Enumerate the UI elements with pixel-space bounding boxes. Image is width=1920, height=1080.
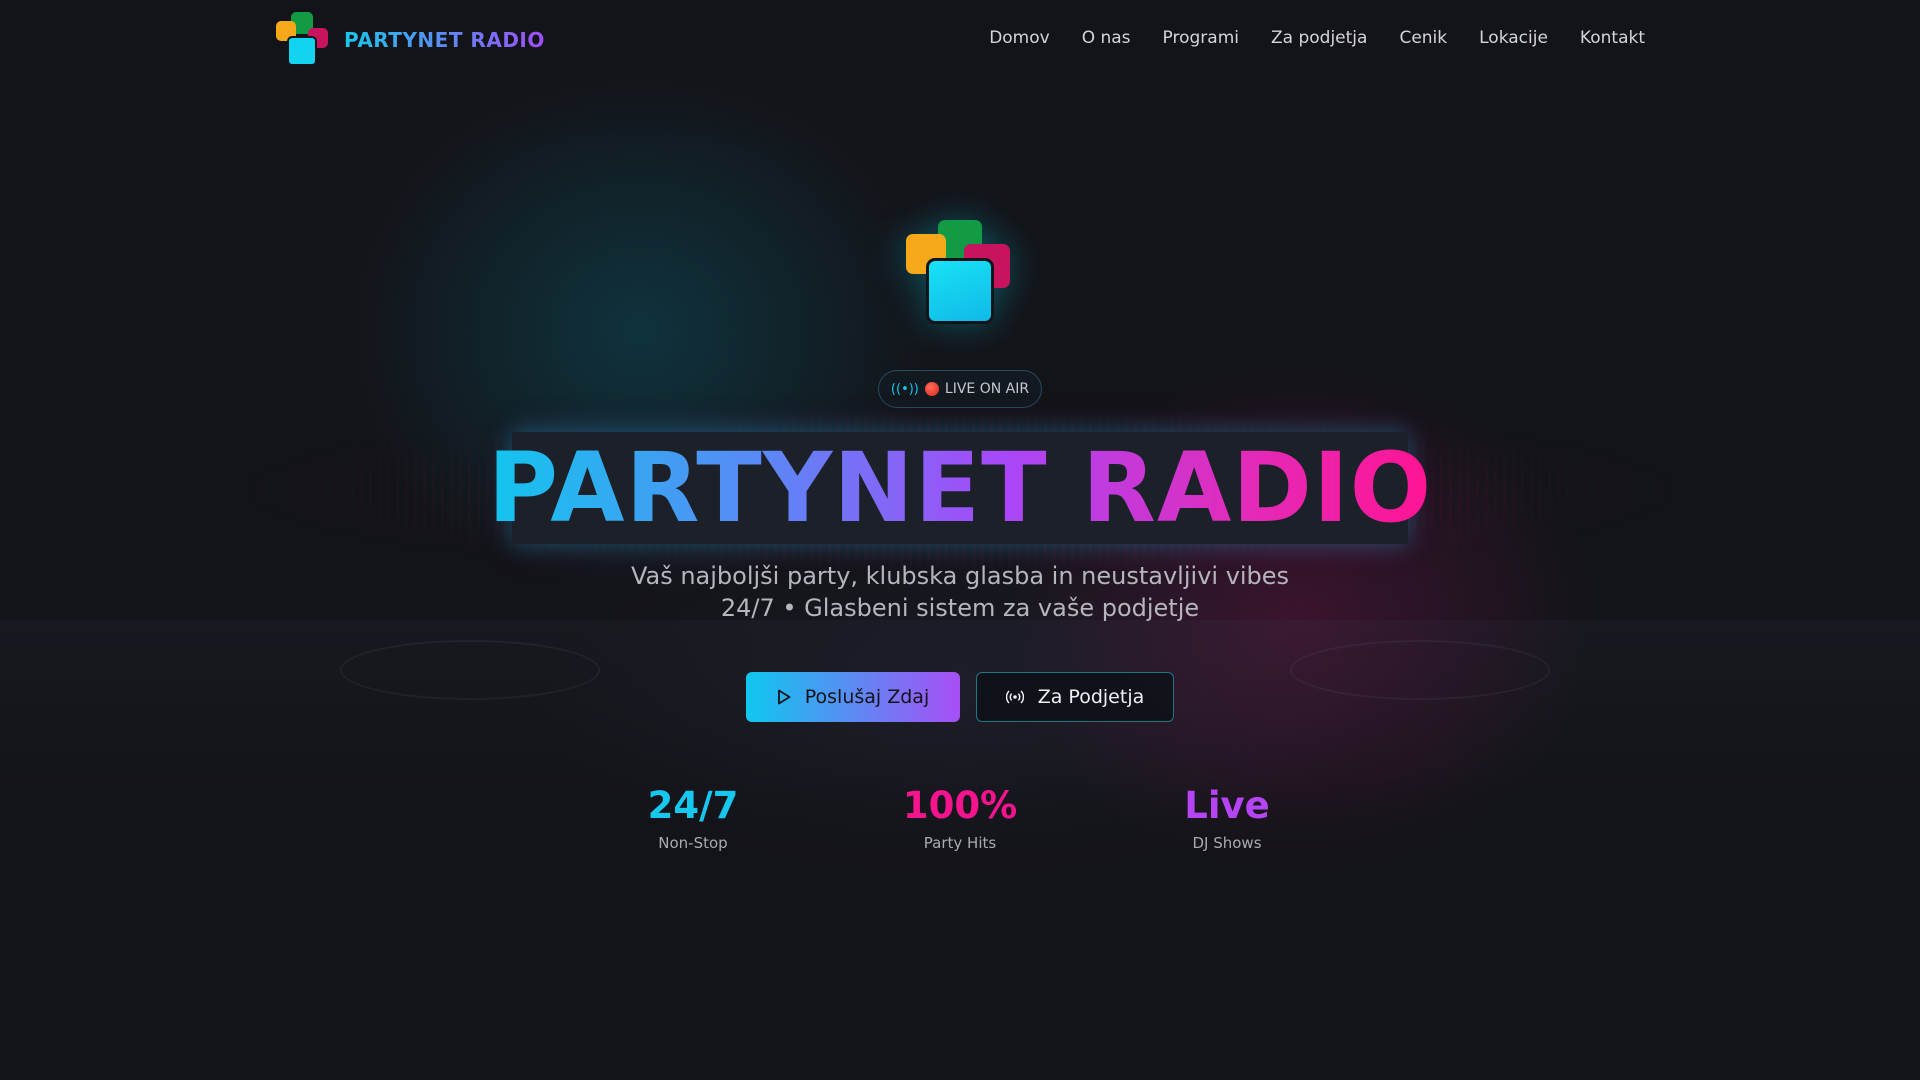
stat-label: Party Hits (923, 834, 997, 852)
nav-item-domov[interactable]: Domov (989, 28, 1050, 48)
stat-value: Live (1184, 784, 1270, 827)
brand-name: PARTYNET RADIO (344, 28, 545, 52)
hero-title: PARTYNET RADIO (487, 432, 1433, 544)
nav-item-programi[interactable]: Programi (1163, 28, 1239, 48)
for-business-label: Za Podjetja (1037, 686, 1145, 708)
hero-logo-icon (904, 216, 1016, 328)
stat-nonstop: 24/7 Non-Stop (593, 784, 793, 852)
hero-subtitle: Vaš najboljši party, klubska glasba in n… (0, 560, 1920, 624)
hero-title-box: PARTYNET RADIO (488, 432, 1431, 544)
nav-item-za-podjetja[interactable]: Za podjetja (1271, 28, 1367, 48)
stat-dj-shows: Live DJ Shows (1127, 784, 1327, 852)
radio-waves-icon: ((•)) (890, 381, 919, 397)
brand[interactable]: PARTYNET RADIO (276, 12, 545, 68)
play-icon (777, 689, 791, 705)
stat-party-hits: 100% Party Hits (860, 784, 1060, 852)
hero-subtitle-line-2: 24/7 • Glasbeni sistem za vaše podjetje (720, 594, 1200, 622)
nav-item-lokacije[interactable]: Lokacije (1479, 28, 1548, 48)
radio-waves-icon (1005, 690, 1024, 704)
stat-value: 24/7 (647, 784, 739, 827)
nav-links: Domov O nas Programi Za podjetja Cenik L… (989, 28, 1645, 48)
stat-label: Non-Stop (658, 834, 728, 852)
nav-item-cenik[interactable]: Cenik (1399, 28, 1447, 48)
badge-label: LIVE ON AIR (944, 381, 1030, 397)
nav-item-kontakt[interactable]: Kontakt (1580, 28, 1645, 48)
listen-now-label: Poslušaj Zdaj (804, 686, 930, 708)
red-dot-icon (924, 382, 939, 396)
listen-now-button[interactable]: Poslušaj Zdaj (746, 672, 960, 722)
top-navigation: PARTYNET RADIO Domov O nas Programi Za p… (0, 0, 1920, 80)
stat-value: 100% (902, 784, 1018, 827)
stat-label: DJ Shows (1192, 834, 1262, 852)
nav-item-o-nas[interactable]: O nas (1082, 28, 1131, 48)
for-business-button[interactable]: Za Podjetja (976, 672, 1174, 722)
hero-subtitle-line-1: Vaš najboljši party, klubska glasba in n… (630, 562, 1290, 590)
live-on-air-badge: ((•)) LIVE ON AIR (878, 370, 1042, 408)
colored-squares-logo-icon (276, 12, 332, 68)
